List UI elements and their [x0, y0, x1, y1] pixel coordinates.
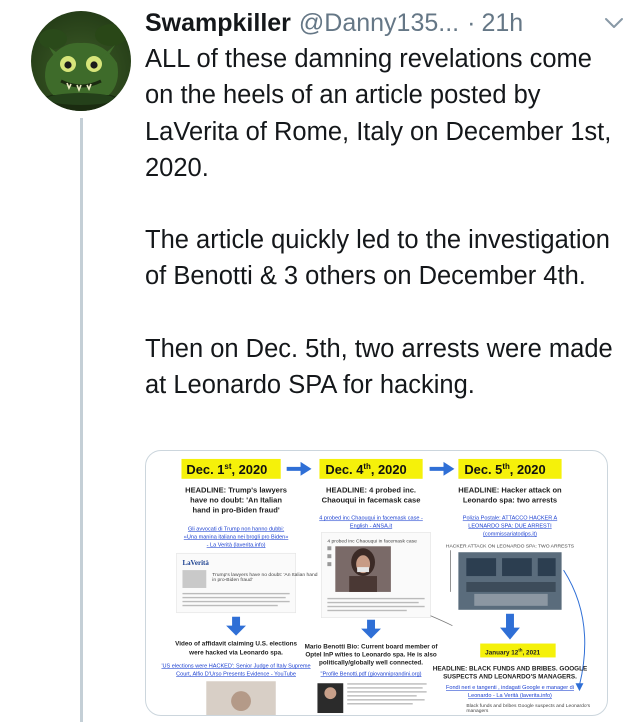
- article-title: in pro-Biden fraud': [212, 577, 252, 583]
- caption-line: Video of affidavit claiming U.S. electio…: [175, 641, 297, 648]
- profile-link[interactable]: "Profile Benotti.pdf (giovanniprandini.o…: [321, 671, 422, 677]
- tweet-text: ALL of these damning revelations come on…: [145, 41, 625, 403]
- tweet-paragraph: Then on Dec. 5th, two arrests were made …: [145, 334, 613, 400]
- header-separator: ·: [467, 8, 476, 37]
- arrow-down-icon: [226, 616, 246, 636]
- headline-line: HEADLINE: BLACK FUNDS AND BRIBES. GOOGLE: [433, 665, 587, 672]
- laverita-logo: LaVerità: [182, 559, 209, 567]
- timeline-infographic: Dec. 1st, 2020 Dec. 4th, 2020 Dec. 5th, …: [161, 458, 591, 715]
- inner-article-title: 4 probed inc Chaouqui in facemask case: [327, 538, 417, 544]
- article-link[interactable]: Leonardo - La Verità (laverita.info): [468, 693, 552, 699]
- caption-line: Mario Benotti Bio: Current board member …: [305, 644, 439, 651]
- article-link[interactable]: (commissariatodips.it): [483, 531, 537, 537]
- headline-line: SUSPECTS AND LEONARDO'S MANAGERS.: [443, 673, 577, 680]
- article-link[interactable]: Polizia Postale: ATTACCO HACKER A: [463, 515, 558, 521]
- article-link[interactable]: «Una manina italiana nei brogli pro Bide…: [184, 534, 289, 540]
- column-dec-5: HEADLINE: Hacker attack on Leonardo spa:…: [430, 486, 591, 714]
- headline-line: Chaouqui in facemask case: [322, 496, 421, 505]
- arrow-down-icon: [500, 613, 520, 640]
- tweet-paragraph: The article quickly led to the investiga…: [145, 226, 610, 291]
- caption-line: were hacked via Leonardo spa.: [188, 649, 283, 656]
- headline-line: HEADLINE: Hacker attack on: [458, 486, 562, 495]
- headline-line: hand in pro-Biden fraud': [192, 506, 279, 515]
- arrow-right-icon: [429, 461, 455, 476]
- article-link[interactable]: Gli avvocati di Trump non hanno dubbi:: [188, 526, 285, 532]
- thread-line: [80, 118, 83, 722]
- article-link[interactable]: 4 probed inc Chaouqui in facemask case -: [319, 515, 423, 521]
- attached-image[interactable]: Dec. 1st, 2020 Dec. 4th, 2020 Dec. 5th, …: [145, 450, 608, 716]
- video-link[interactable]: 'US elections were HACKED': Senior Judge…: [161, 663, 310, 669]
- tweet-header: Swampkiller @Danny135... · 21h: [145, 6, 626, 40]
- user-handle[interactable]: @Danny135...: [299, 9, 459, 38]
- arrow-down-icon: [361, 619, 381, 639]
- column-dec-4: HEADLINE: 4 probed inc. Chaouqui in face…: [305, 486, 439, 714]
- video-link[interactable]: Court, Alfio D'Urso Presents Evidence - …: [176, 671, 296, 677]
- headline-line: HEADLINE: Trump's lawyers: [185, 486, 287, 495]
- date-label: January 12th, 2021: [485, 647, 540, 656]
- swamp-creature-avatar-icon: [33, 24, 129, 111]
- article-link[interactable]: English - ANSA.it: [350, 523, 393, 529]
- headline-line: have no doubt: 'An Italian: [190, 496, 282, 505]
- inner-article-title: HACKER ATTACK ON LEONARDO SPA: TWO ARRES…: [446, 543, 575, 549]
- avatar[interactable]: [31, 11, 131, 111]
- caption-line: Optel InP w/ties to Leonardo spa. He is …: [305, 651, 436, 658]
- column-dec-1: HEADLINE: Trump's lawyers have no doubt:…: [161, 486, 318, 715]
- article-link[interactable]: Fondi neri e tangenti , indagati Google …: [446, 685, 574, 691]
- chevron-down-icon[interactable]: [602, 11, 626, 35]
- article-link[interactable]: - La Verità (laverita.info): [207, 542, 266, 548]
- arrow-right-icon: [286, 461, 312, 476]
- display-name[interactable]: Swampkiller: [145, 9, 291, 38]
- article-link[interactable]: LEONARDO SPA: DUE ARRESTI: [468, 523, 552, 529]
- note-line: managers: [466, 708, 489, 714]
- caption-line: politically/globally well connected.: [319, 659, 423, 666]
- headline-line: HEADLINE: 4 probed inc.: [326, 486, 416, 495]
- headline-line: Leonardo spa: two arrests: [463, 496, 557, 505]
- tweet-paragraph: ALL of these damning revelations come on…: [145, 45, 612, 182]
- tweet-timestamp[interactable]: 21h: [481, 9, 523, 38]
